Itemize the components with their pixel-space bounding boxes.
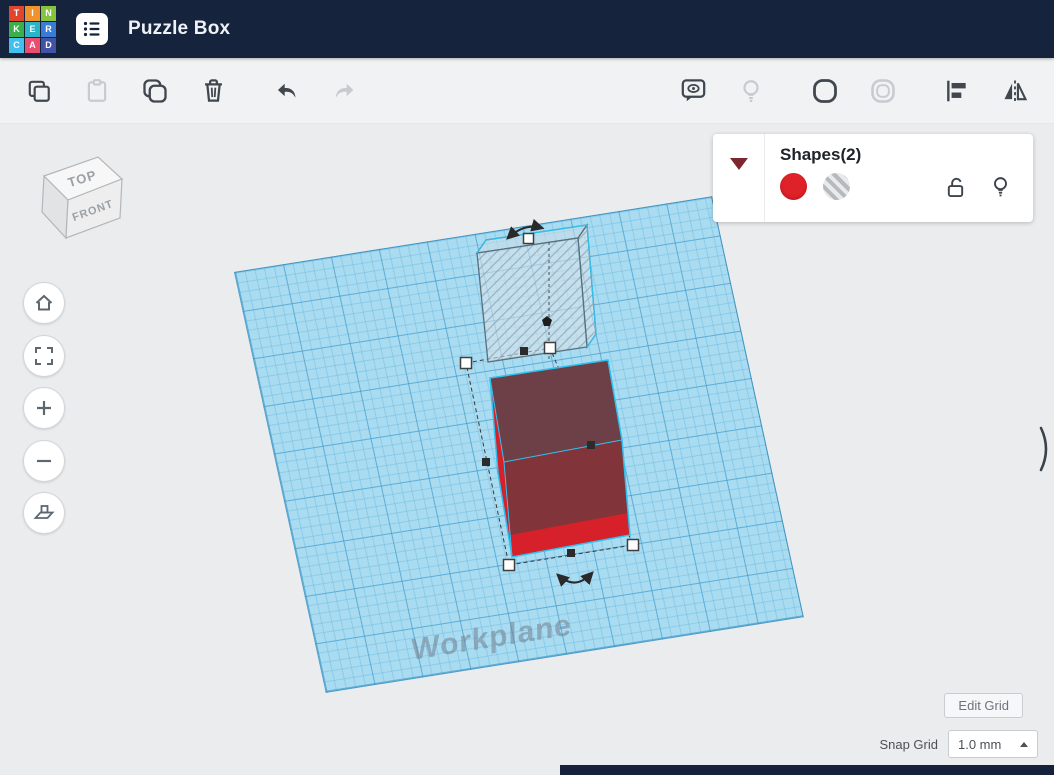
logo-tile: K: [9, 21, 24, 37]
home-icon: [35, 294, 53, 311]
material-swatch-striped[interactable]: [823, 173, 850, 200]
list-menu-icon: [83, 21, 100, 37]
main-toolbar: [0, 58, 1054, 124]
height-handle[interactable]: [522, 232, 535, 245]
scale-handle-mid[interactable]: [567, 549, 575, 557]
lightbulb-icon: [994, 176, 1007, 196]
scale-handle-corner[interactable]: [543, 341, 557, 355]
plus-icon: [37, 401, 51, 415]
hole-box-shape[interactable]: [475, 223, 597, 363]
inspector-title: Shapes(2): [780, 145, 862, 164]
scale-handle-corner[interactable]: [502, 558, 516, 572]
snap-grid-select[interactable]: 1.0 mm: [948, 730, 1038, 758]
lightbulb-icon: [743, 79, 759, 102]
zoom-in-button[interactable]: [23, 387, 65, 429]
scale-handle-corner[interactable]: [626, 538, 640, 552]
hole-shape-button: [860, 68, 906, 114]
unlock-icon: [947, 177, 964, 197]
scale-handle-corner[interactable]: [459, 356, 473, 370]
lock-toggle-button[interactable]: [945, 175, 966, 199]
red-box-shape[interactable]: [489, 359, 631, 558]
hole-box-front-face[interactable]: [476, 237, 588, 363]
undo-button[interactable]: [264, 68, 310, 114]
align-icon: [947, 80, 966, 101]
mirror-icon: [1004, 80, 1028, 101]
fit-view-icon: [35, 347, 53, 365]
logo-tile: I: [25, 5, 40, 21]
snap-grid-value: 1.0 mm: [958, 736, 1002, 752]
align-button[interactable]: [934, 68, 980, 114]
notes-button[interactable]: [670, 68, 716, 114]
panel-expander-button[interactable]: [1038, 424, 1054, 474]
logo-tile: A: [25, 37, 40, 53]
redo-button: [322, 68, 368, 114]
logo-tile: T: [9, 5, 24, 21]
orthographic-view-icon: [33, 505, 55, 519]
mirror-button[interactable]: [992, 68, 1038, 114]
logo-tile: R: [41, 21, 56, 37]
tips-button: [728, 68, 774, 114]
paste-button: [74, 68, 120, 114]
design-menu-button[interactable]: [76, 13, 108, 45]
fit-view-button[interactable]: [23, 335, 65, 377]
home-view-button[interactable]: [23, 282, 65, 324]
zoom-out-button[interactable]: [23, 440, 65, 482]
tinkercad-logo[interactable]: T I N K E R C A D: [9, 5, 56, 53]
trash-icon: [204, 79, 222, 102]
paste-icon: [87, 78, 107, 102]
bottom-dark-strip: [560, 765, 1054, 775]
snap-grid-label: Snap Grid: [879, 736, 938, 752]
scale-handle-mid[interactable]: [520, 347, 528, 355]
color-swatch-red[interactable]: [780, 173, 807, 200]
visibility-toggle-button[interactable]: [990, 175, 1011, 199]
solid-shape-button[interactable]: [802, 68, 848, 114]
solid-shape-icon: [813, 78, 837, 103]
logo-tile: C: [9, 37, 24, 53]
copy-icon: [28, 80, 50, 102]
logo-tile: D: [41, 37, 56, 53]
design-title: Puzzle Box: [128, 18, 231, 39]
scale-handle-mid[interactable]: [587, 441, 595, 449]
design-canvas[interactable]: Workplane TOP FRONT Shapes(2) Edit Grid …: [0, 124, 1054, 775]
edit-grid-label: Edit Grid: [958, 698, 1009, 713]
hole-shape-icon: [871, 78, 895, 103]
view-cube[interactable]: TOP FRONT: [34, 148, 134, 248]
shape-inspector: Shapes(2): [713, 134, 1033, 222]
edit-grid-button[interactable]: Edit Grid: [944, 693, 1023, 718]
logo-tile: N: [41, 5, 56, 21]
duplicate-button[interactable]: [132, 68, 178, 114]
notes-icon: [681, 79, 705, 102]
workplane-label: Workplane: [408, 608, 575, 667]
perspective-toggle-button[interactable]: [23, 492, 65, 534]
caret-up-icon: [1020, 741, 1028, 747]
snap-grid-control: Snap Grid 1.0 mm: [879, 730, 1038, 758]
scale-handle-mid[interactable]: [482, 458, 490, 466]
chevron-down-icon: [729, 158, 748, 170]
duplicate-icon: [143, 78, 167, 103]
app-header: T I N K E R C A D Puzzle Box: [0, 0, 1054, 58]
inspector-collapse-button[interactable]: [713, 134, 765, 222]
minus-icon: [37, 459, 51, 463]
delete-button[interactable]: [190, 68, 236, 114]
chevron-right-icon: [1039, 426, 1048, 472]
undo-icon: [277, 83, 295, 98]
redo-icon: [335, 83, 353, 98]
logo-tile: E: [25, 21, 40, 37]
copy-button[interactable]: [16, 68, 62, 114]
